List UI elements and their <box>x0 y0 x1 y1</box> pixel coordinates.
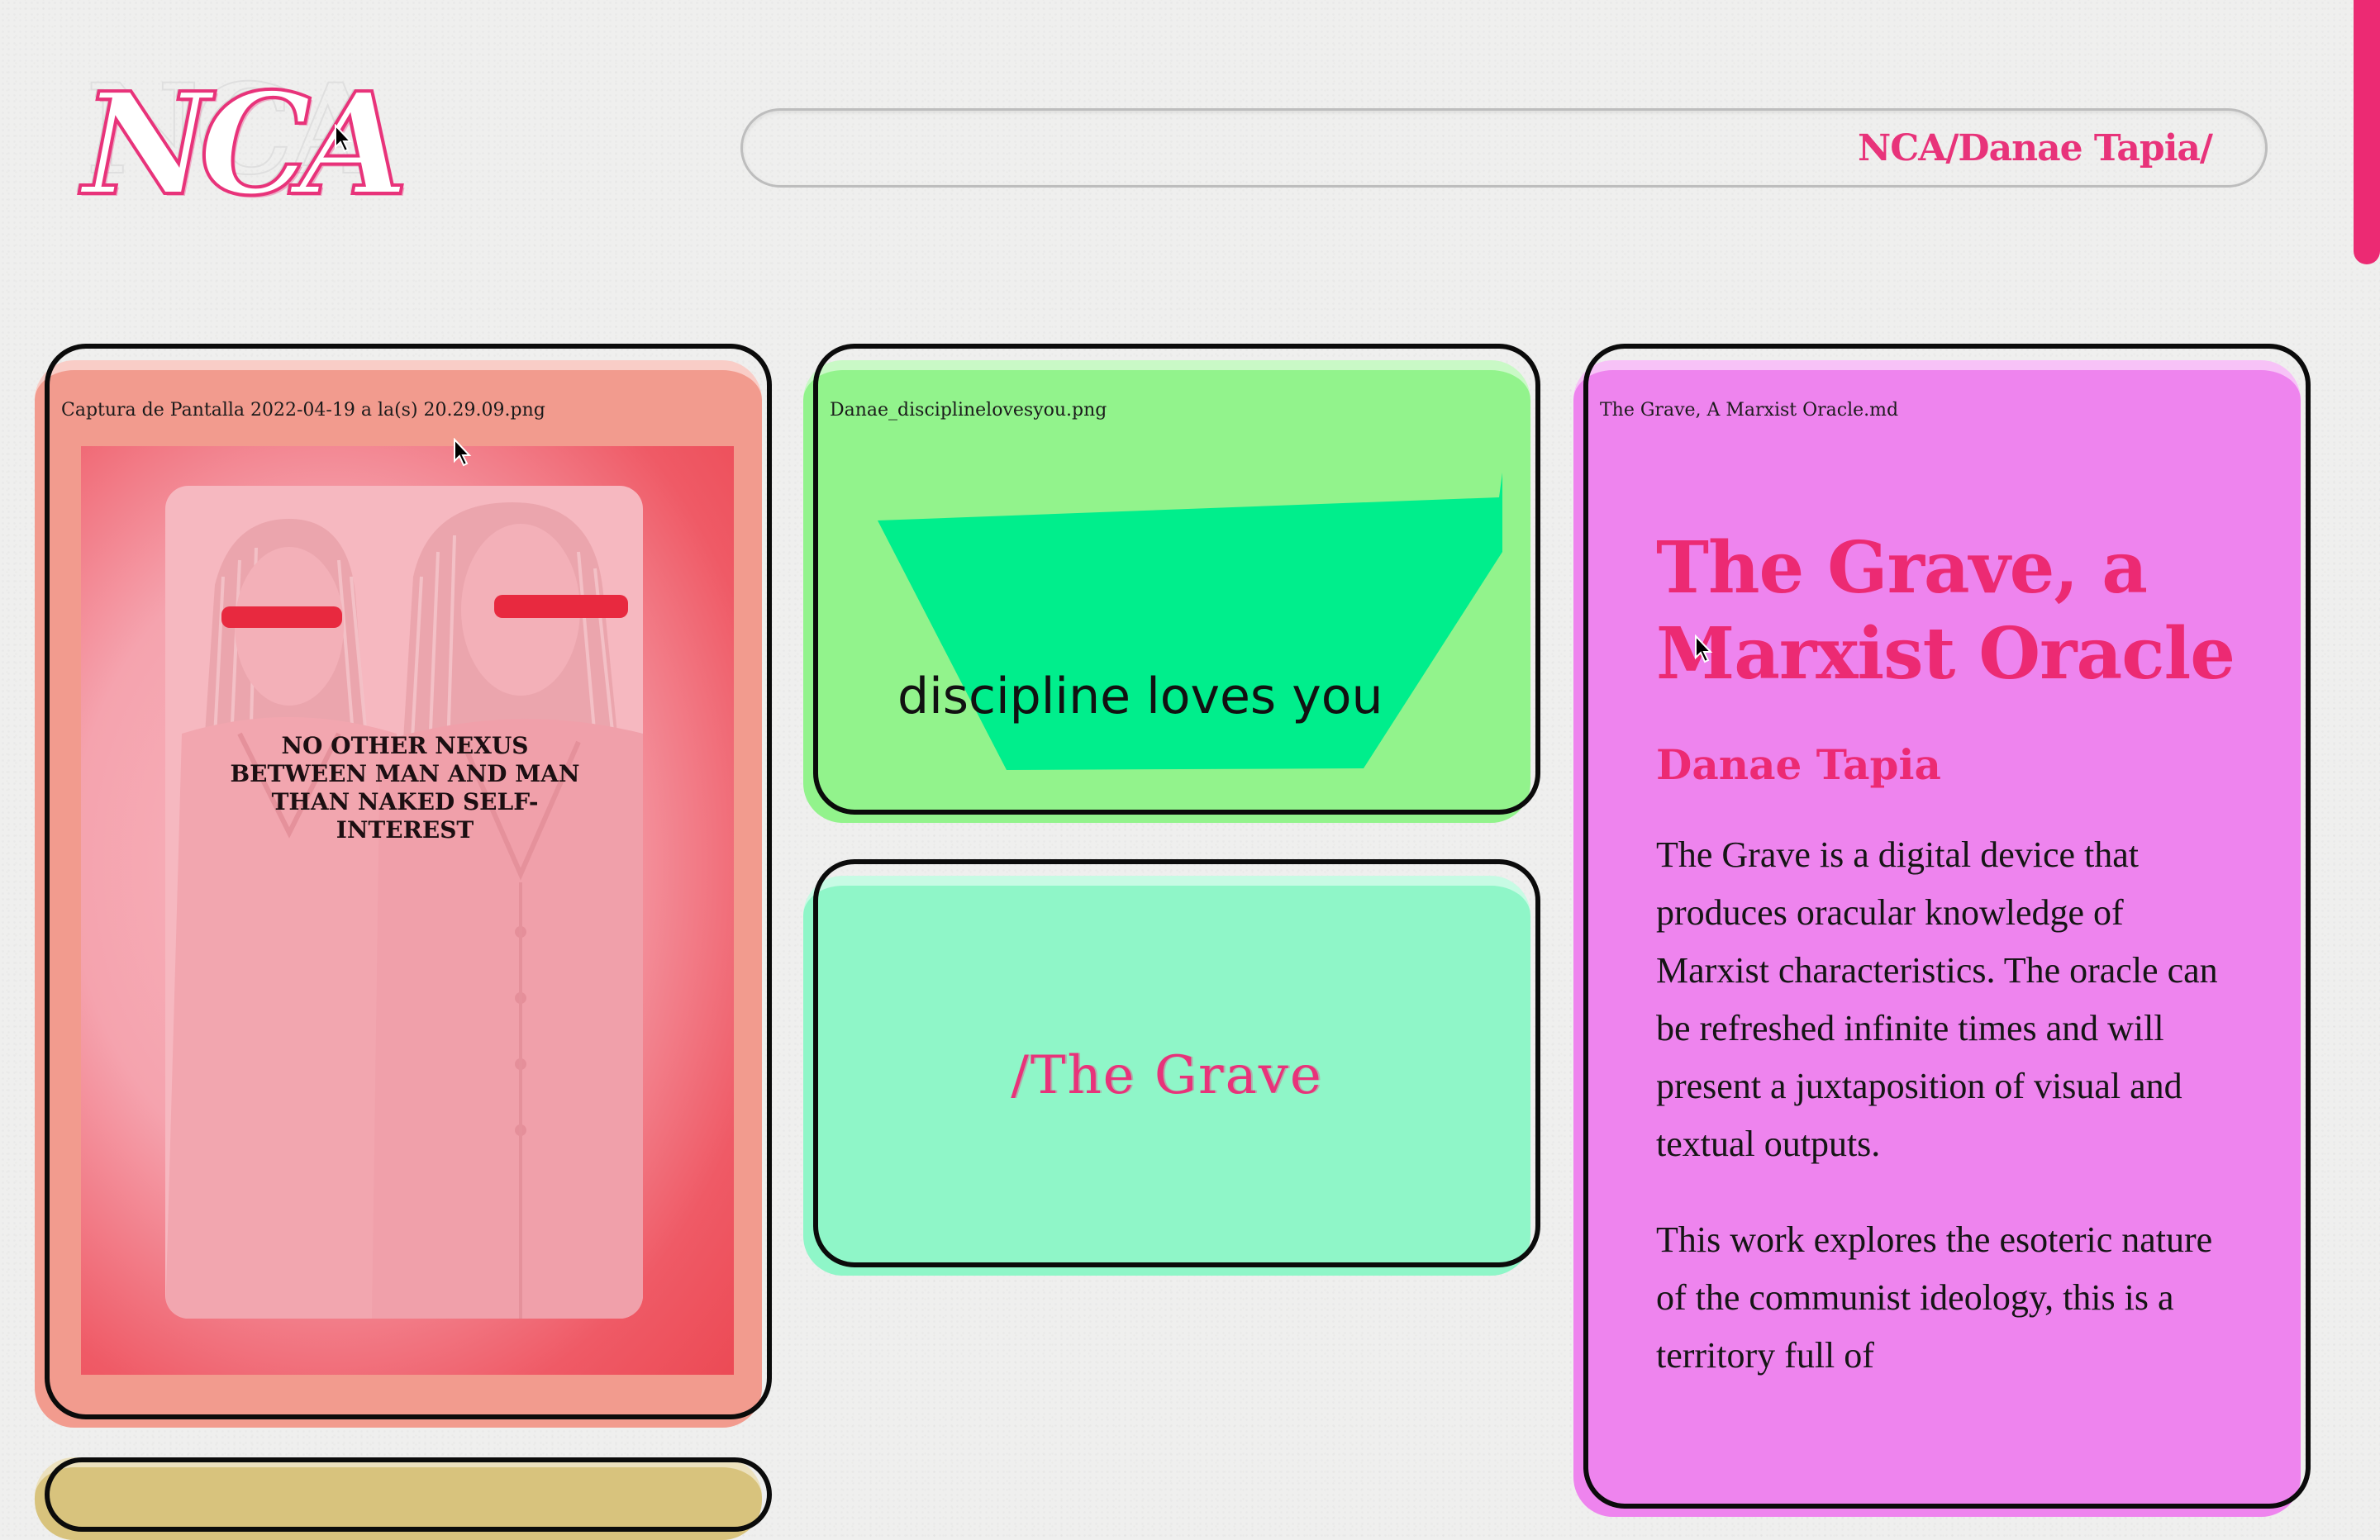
figures-illustration <box>165 502 643 1319</box>
the-grave-link[interactable]: /The Grave <box>803 876 1530 1276</box>
poster-image[interactable]: NO OTHER NEXUS BETWEEN MAN AND MAN THAN … <box>81 446 734 1375</box>
document-title: The Grave, a Marxist Oracle <box>1656 526 2235 696</box>
document-author: Danae Tapia <box>1656 740 1941 789</box>
cursor-icon <box>454 438 472 467</box>
image-card-poster[interactable]: Captura de Pantalla 2022-04-19 a la(s) 2… <box>35 344 772 1428</box>
discipline-image[interactable] <box>803 360 1530 823</box>
discipline-caption: discipline loves you <box>897 668 1383 725</box>
breadcrumb[interactable]: NCA/Danae Tapia/ <box>1858 127 2213 169</box>
nca-logo[interactable]: NCA NCA <box>81 67 430 223</box>
text-card-the-grave[interactable]: The Grave, A Marxist Oracle.md The Grave… <box>1573 344 2311 1517</box>
the-grave-link-label[interactable]: /The Grave <box>1011 1045 1323 1106</box>
document-paragraph: The Grave is a digital device that produ… <box>1656 834 2218 1164</box>
document-paragraph: This work explores the esoteric nature o… <box>1656 1219 2213 1376</box>
cursor-icon <box>335 124 353 153</box>
link-card-the-grave[interactable]: /The Grave <box>803 859 1540 1276</box>
poster-photo: NO OTHER NEXUS BETWEEN MAN AND MAN THAN … <box>165 486 643 1319</box>
document-body: The Grave, a Marxist Oracle Danae Tapia … <box>1656 525 2235 1423</box>
poster-slogan: NO OTHER NEXUS BETWEEN MAN AND MAN THAN … <box>230 732 580 844</box>
image-card-discipline[interactable]: Danae_disciplinelovesyou.png discipline … <box>803 344 1540 823</box>
card-next-partial[interactable] <box>35 1457 772 1540</box>
card-background <box>35 1457 762 1540</box>
breadcrumb-path-bar[interactable]: NCA/Danae Tapia/ <box>740 108 2268 188</box>
card-filename: The Grave, A Marxist Oracle.md <box>1600 400 1899 421</box>
cursor-icon <box>1695 635 1713 663</box>
scrollbar-thumb[interactable] <box>2354 0 2380 264</box>
card-filename: Captura de Pantalla 2022-04-19 a la(s) 2… <box>61 400 545 421</box>
